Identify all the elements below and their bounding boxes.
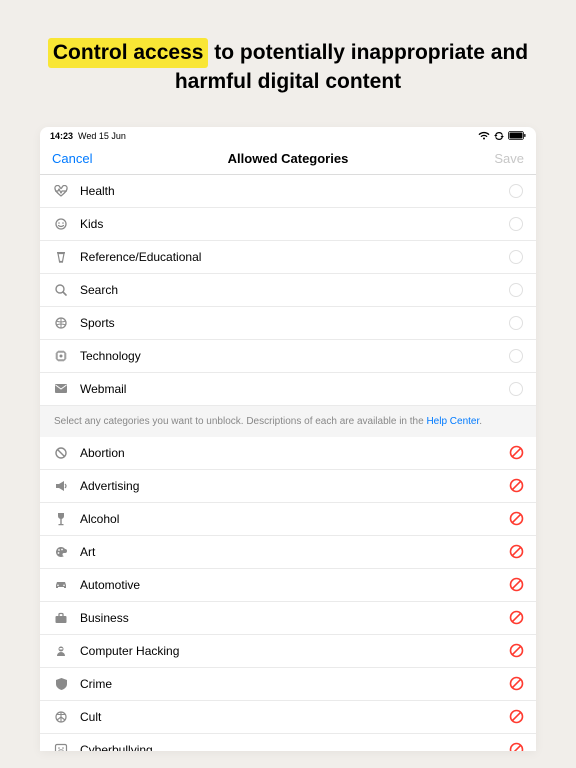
hero-highlight: Control access <box>48 38 209 68</box>
allowed-list: Health Kids Reference/Educational Search Spo… <box>40 175 536 406</box>
cult-icon <box>52 709 70 725</box>
note-after: . <box>479 416 482 427</box>
unchecked-icon <box>508 381 524 397</box>
hacking-icon <box>52 643 70 659</box>
blocked-icon <box>508 478 524 494</box>
business-icon <box>52 610 70 626</box>
automotive-icon <box>52 577 70 593</box>
search-icon <box>52 282 70 298</box>
item-label: Business <box>80 611 508 625</box>
list-item[interactable]: Technology <box>40 340 536 373</box>
unchecked-icon <box>508 183 524 199</box>
blocked-icon <box>508 643 524 659</box>
list-item[interactable]: Business <box>40 602 536 635</box>
status-bar: 14:23 Wed 15 Jun <box>40 127 536 143</box>
sports-icon <box>52 315 70 331</box>
blocked-icon <box>508 445 524 461</box>
item-label: Cult <box>80 710 508 724</box>
blocked-icon <box>508 610 524 626</box>
list-item[interactable]: Health <box>40 175 536 208</box>
list-item[interactable]: Sports <box>40 307 536 340</box>
list-item[interactable]: Computer Hacking <box>40 635 536 668</box>
item-label: Sports <box>80 316 508 330</box>
unchecked-icon <box>508 315 524 331</box>
wifi-icon <box>478 131 490 140</box>
blocked-list: Abortion Advertising Alcohol Art Automotive B… <box>40 437 536 751</box>
list-item[interactable]: Kids <box>40 208 536 241</box>
hero-text: Control access to potentially inappropri… <box>0 0 576 127</box>
item-label: Technology <box>80 349 508 363</box>
blocked-icon <box>508 709 524 725</box>
blocked-icon <box>508 544 524 560</box>
item-label: Computer Hacking <box>80 644 508 658</box>
note-text: Select any categories you want to unbloc… <box>54 416 426 427</box>
alcohol-icon <box>52 511 70 527</box>
status-date: Wed 15 Jun <box>78 131 126 141</box>
list-item[interactable]: Cult <box>40 701 536 734</box>
list-item[interactable]: Art <box>40 536 536 569</box>
blocked-icon <box>508 577 524 593</box>
list-item[interactable]: Abortion <box>40 437 536 470</box>
abortion-icon <box>52 445 70 461</box>
item-label: Alcohol <box>80 512 508 526</box>
hero-rest: to potentially inappropriate and harmful… <box>175 41 528 93</box>
unchecked-icon <box>508 282 524 298</box>
help-center-link[interactable]: Help Center <box>426 416 479 427</box>
crime-icon <box>52 676 70 692</box>
cancel-button[interactable]: Cancel <box>52 151 170 166</box>
item-label: Abortion <box>80 446 508 460</box>
item-label: Cyberbullying <box>80 743 508 751</box>
list-item[interactable]: Search <box>40 274 536 307</box>
battery-icon <box>508 131 526 140</box>
sync-icon <box>494 131 504 141</box>
item-label: Search <box>80 283 508 297</box>
cyberbullying-icon <box>52 742 70 751</box>
technology-icon <box>52 348 70 364</box>
nav-bar: Cancel Allowed Categories Save <box>40 143 536 175</box>
save-button[interactable]: Save <box>406 151 524 166</box>
item-label: Webmail <box>80 382 508 396</box>
list-item[interactable]: Webmail <box>40 373 536 406</box>
advertising-icon <box>52 478 70 494</box>
device-frame: 14:23 Wed 15 Jun Cancel Allowed Categori… <box>40 127 536 751</box>
item-label: Reference/Educational <box>80 250 508 264</box>
webmail-icon <box>52 381 70 397</box>
unchecked-icon <box>508 348 524 364</box>
kids-icon <box>52 216 70 232</box>
health-icon <box>52 183 70 199</box>
status-time: 14:23 <box>50 131 73 141</box>
list-item[interactable]: Alcohol <box>40 503 536 536</box>
item-label: Crime <box>80 677 508 691</box>
list-item[interactable]: Crime <box>40 668 536 701</box>
unchecked-icon <box>508 249 524 265</box>
blocked-icon <box>508 676 524 692</box>
item-label: Art <box>80 545 508 559</box>
section-note: Select any categories you want to unbloc… <box>40 406 536 437</box>
item-label: Kids <box>80 217 508 231</box>
art-icon <box>52 544 70 560</box>
reference-icon <box>52 249 70 265</box>
item-label: Automotive <box>80 578 508 592</box>
list-item[interactable]: Reference/Educational <box>40 241 536 274</box>
item-label: Advertising <box>80 479 508 493</box>
list-item[interactable]: Advertising <box>40 470 536 503</box>
unchecked-icon <box>508 216 524 232</box>
item-label: Health <box>80 184 508 198</box>
blocked-icon <box>508 742 524 751</box>
nav-title: Allowed Categories <box>170 151 406 166</box>
blocked-icon <box>508 511 524 527</box>
list-item[interactable]: Cyberbullying <box>40 734 536 751</box>
list-item[interactable]: Automotive <box>40 569 536 602</box>
